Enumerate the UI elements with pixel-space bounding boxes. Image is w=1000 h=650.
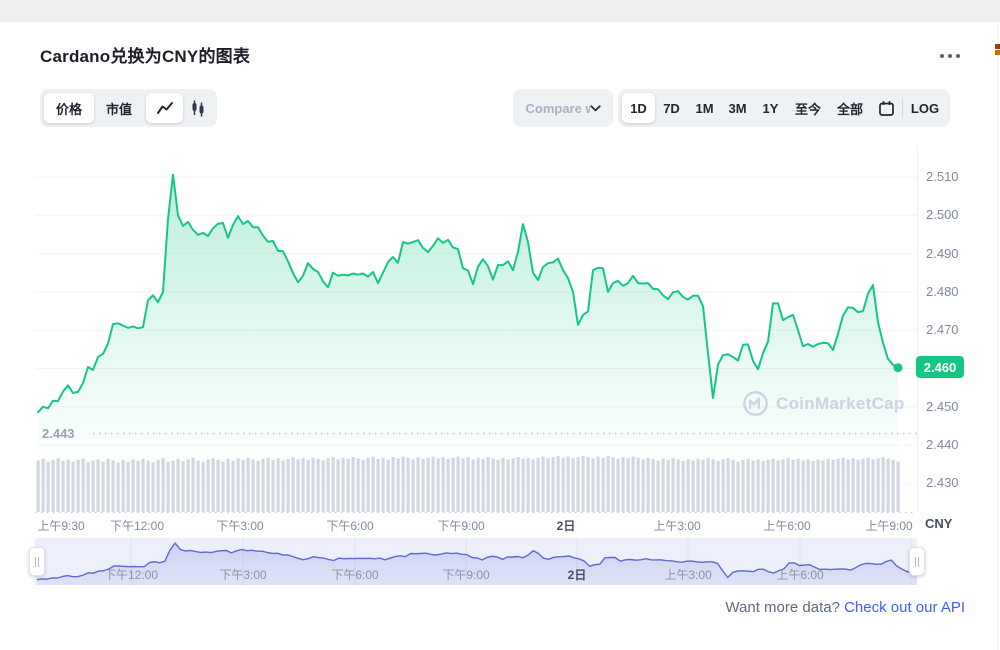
navigator-left-handle[interactable] (29, 547, 45, 576)
current-price-badge: 2.460 (916, 356, 964, 378)
api-promo-text: Want more data? (725, 599, 840, 616)
y-axis-tick: 2.510 (926, 169, 959, 184)
navigator-tick: 2日 (568, 566, 587, 583)
navigator-tick: 上午3:00 (664, 566, 711, 583)
navigator-tick: 下午12:00 (104, 566, 158, 583)
x-axis-tick: 上午3:00 (653, 517, 700, 534)
api-link[interactable]: Check out our API (844, 599, 965, 616)
watermark: CoinMarketCap (742, 390, 905, 417)
day-low-label: 2.443 (42, 426, 75, 441)
y-axis-tick: 2.440 (926, 437, 959, 452)
x-axis-tick: 2日 (557, 517, 576, 534)
x-axis-tick: 上午6:00 (763, 517, 810, 534)
currency-unit-label: CNY (925, 516, 952, 531)
last-price-marker (894, 363, 903, 372)
api-promo: Want more data? Check out our API (725, 599, 965, 616)
navigator-tick: 上午6:00 (776, 566, 823, 583)
x-axis-tick: 上午9:30 (37, 517, 84, 534)
navigator-right-handle[interactable] (909, 547, 925, 576)
navigator-tick: 下午9:00 (442, 566, 489, 583)
navigator-tick: 下午3:00 (219, 566, 266, 583)
watermark-label: CoinMarketCap (776, 394, 905, 414)
y-axis-tick: 2.500 (926, 207, 959, 222)
y-axis-tick: 2.480 (926, 284, 959, 299)
x-axis-tick: 下午12:00 (110, 517, 164, 534)
y-axis-tick: 2.450 (926, 399, 959, 414)
price-chart-plot[interactable] (0, 0, 1000, 650)
x-axis-tick: 下午3:00 (216, 517, 263, 534)
x-axis-tick: 下午9:00 (437, 517, 484, 534)
x-axis-tick: 上午9:00 (865, 517, 912, 534)
y-axis-tick: 2.470 (926, 322, 959, 337)
chart-page: Cardano兑换为CNY的图表 价格 市值 Compare (0, 0, 1000, 650)
navigator-tick: 下午6:00 (331, 566, 378, 583)
coinmarketcap-logo-icon (742, 390, 769, 417)
x-axis-tick: 下午6:00 (326, 517, 373, 534)
y-axis-tick: 2.490 (926, 246, 959, 261)
y-axis-tick: 2.430 (926, 475, 959, 490)
